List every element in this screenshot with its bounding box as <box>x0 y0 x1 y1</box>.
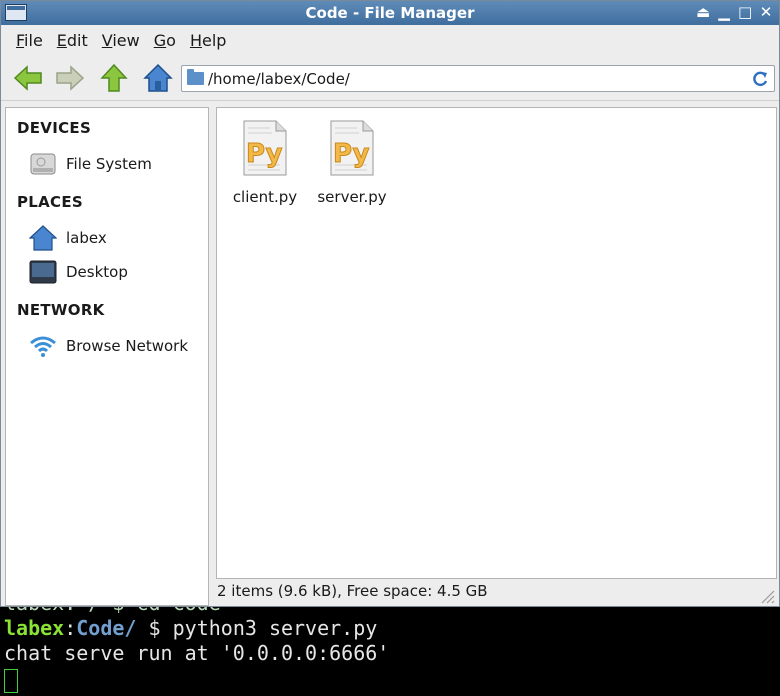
title-bar[interactable]: Code - File Manager ⏏ ▁ □ ✕ <box>1 1 779 25</box>
sidebar-item-label: labex <box>66 229 107 247</box>
hard-drive-icon <box>28 150 58 178</box>
sidebar-item-home[interactable]: labex <box>28 224 107 252</box>
address-text: /home/labex/Code/ <box>208 69 350 88</box>
home-icon <box>143 63 173 92</box>
svg-text:Py: Py <box>333 139 370 169</box>
back-arrow-icon <box>13 65 42 91</box>
forward-arrow-icon <box>56 65 85 91</box>
sidebar-item-label: File System <box>66 155 152 173</box>
python-file-icon: Py <box>242 120 288 176</box>
close-button[interactable]: ✕ <box>759 3 773 21</box>
devices-heading: DEVICES <box>17 119 92 137</box>
refresh-button[interactable] <box>750 69 770 89</box>
terminal-cursor <box>4 668 18 693</box>
file-view[interactable]: Py client.py Py server.py <box>216 107 777 579</box>
sidebar-item-browse-network[interactable]: Browse Network <box>28 332 188 360</box>
sidebar-item-file-system[interactable]: File System <box>28 150 152 178</box>
places-heading: PLACES <box>17 193 84 211</box>
back-button[interactable] <box>13 63 43 93</box>
folder-icon <box>187 69 204 85</box>
menu-edit[interactable]: Edit <box>50 31 95 50</box>
wifi-icon <box>28 332 58 360</box>
terminal[interactable]: labex:~/ $ cd Code labex:Code/ $ python3… <box>0 600 780 696</box>
desktop-icon <box>28 258 58 286</box>
menu-go[interactable]: Go <box>147 31 183 50</box>
forward-button[interactable] <box>55 63 85 93</box>
prompt-separator: : <box>64 616 77 640</box>
refresh-icon <box>753 71 768 87</box>
terminal-output: chat serve run at '0.0.0.0:6666' <box>4 641 390 665</box>
python-file-icon: Py <box>329 120 375 176</box>
file-item-client[interactable]: Py client.py <box>225 120 305 206</box>
up-button[interactable] <box>99 63 129 93</box>
sidebar-item-label: Desktop <box>66 263 128 281</box>
minimize-button[interactable]: ▁ <box>717 3 731 21</box>
file-name: client.py <box>232 188 298 206</box>
prompt-path: Code/ <box>76 616 137 640</box>
sidebar: DEVICES File System PLACES labex Desktop… <box>5 107 209 606</box>
up-arrow-icon <box>100 63 128 92</box>
network-heading: NETWORK <box>17 301 105 319</box>
file-item-server[interactable]: Py server.py <box>312 120 392 206</box>
file-manager-window: Code - File Manager ⏏ ▁ □ ✕ File Edit Vi… <box>0 0 780 607</box>
resize-grip-icon[interactable] <box>759 588 775 604</box>
menu-bar: File Edit View Go Help <box>1 25 779 55</box>
status-bar: 2 items (9.6 kB), Free space: 4.5 GB <box>217 582 488 600</box>
prompt-user: labex <box>4 616 65 640</box>
window-title: Code - File Manager <box>305 4 475 22</box>
sidebar-item-label: Browse Network <box>66 337 189 355</box>
window-controls: ⏏ ▁ □ ✕ <box>696 3 773 21</box>
toolbar: /home/labex/Code/ <box>1 55 779 101</box>
maximize-button[interactable]: □ <box>738 3 752 21</box>
prompt-symbol: $ <box>136 616 173 640</box>
terminal-prompt-line: labex:Code/ $ python3 server.py <box>4 616 780 641</box>
menu-view[interactable]: View <box>95 31 147 50</box>
menu-help[interactable]: Help <box>183 31 233 50</box>
menu-file[interactable]: File <box>9 31 50 50</box>
terminal-command: python3 server.py <box>172 616 378 640</box>
home-button[interactable] <box>143 63 173 93</box>
sidebar-item-desktop[interactable]: Desktop <box>28 258 128 286</box>
terminal-cursor-line <box>4 666 780 693</box>
address-bar[interactable]: /home/labex/Code/ <box>181 65 775 92</box>
file-name: server.py <box>317 188 387 206</box>
home-folder-icon <box>28 224 58 252</box>
svg-text:Py: Py <box>246 139 283 169</box>
eject-icon[interactable]: ⏏ <box>696 3 710 21</box>
